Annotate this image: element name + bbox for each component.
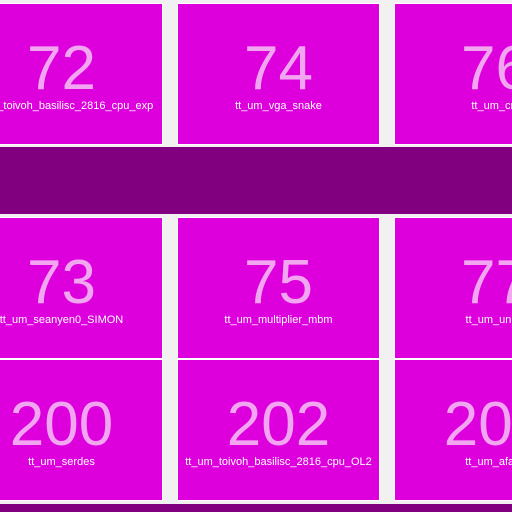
project-tile[interactable]: 74 tt_um_vga_snake (177, 3, 380, 145)
tile-number: 204 (443, 390, 512, 459)
tile-number: 73 (27, 248, 96, 317)
project-tile[interactable]: 204 tt_um_afaso (394, 359, 512, 501)
project-tile[interactable]: 73 tt_um_seanyen0_SIMON (0, 217, 163, 359)
tile-label: tt_um_serdes (28, 456, 95, 468)
tile-number: 76 (461, 34, 512, 103)
tile-number: 74 (244, 34, 313, 103)
tile-number: 202 (226, 390, 331, 459)
section-band (0, 147, 512, 214)
tile-label: tt_um_seanyen0_SIMON (0, 314, 124, 326)
tile-label: tt_um_afaso (465, 456, 512, 468)
section-band (0, 504, 512, 512)
tile-label: tt_um_toivoh_basilisc_2816_cpu_exp (0, 100, 154, 112)
tile-grid-canvas: 72 tt_um_toivoh_basilisc_2816_cpu_exp 74… (0, 0, 512, 512)
project-tile[interactable]: 202 tt_um_toivoh_basilisc_2816_cpu_OL2 (177, 359, 380, 501)
tile-label: tt_um_unisn (465, 314, 512, 326)
project-tile[interactable]: 76 tt_um_cm (394, 3, 512, 145)
project-tile[interactable]: 77 tt_um_unisn (394, 217, 512, 359)
project-tile[interactable]: 75 tt_um_multiplier_mbm (177, 217, 380, 359)
tile-label: tt_um_cm (471, 100, 512, 112)
tile-number: 77 (461, 248, 512, 317)
tile-label: tt_um_vga_snake (235, 100, 322, 112)
tile-number: 200 (9, 390, 114, 459)
tile-label: tt_um_multiplier_mbm (224, 314, 333, 326)
project-tile[interactable]: 72 tt_um_toivoh_basilisc_2816_cpu_exp (0, 3, 163, 145)
tile-number: 72 (27, 34, 96, 103)
tile-number: 75 (244, 248, 313, 317)
project-tile[interactable]: 200 tt_um_serdes (0, 359, 163, 501)
tile-label: tt_um_toivoh_basilisc_2816_cpu_OL2 (185, 456, 372, 468)
